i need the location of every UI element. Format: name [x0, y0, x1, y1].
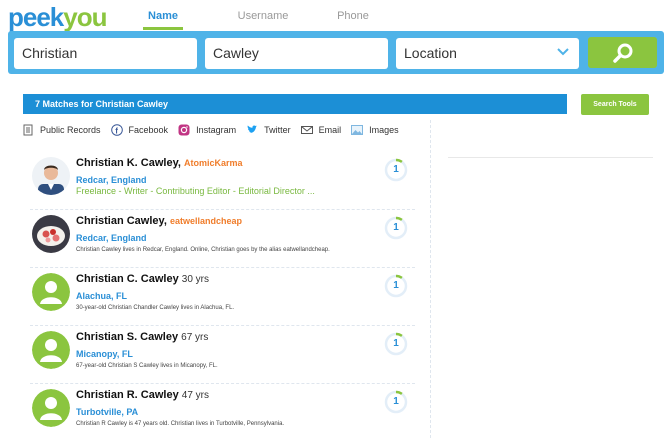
score-value: 1	[393, 338, 399, 349]
default-avatar-icon	[32, 389, 70, 427]
result-location[interactable]: Redcar, England	[76, 233, 147, 243]
result-location[interactable]: Redcar, England	[76, 175, 147, 185]
search-type-tabs: Name Username Phone	[140, 0, 398, 30]
avatar[interactable]	[32, 389, 70, 427]
logo-part-2: you	[63, 2, 107, 32]
score-value: 1	[393, 164, 399, 175]
search-bar: Christian Cawley Location	[8, 31, 664, 74]
filter-facebook[interactable]: f Facebook	[110, 124, 169, 136]
result-name-line: Christian R. Cawley 47 yrs	[76, 389, 209, 401]
svg-text:f: f	[115, 126, 118, 135]
logo-part-1: peek	[8, 2, 64, 32]
score-value: 1	[393, 396, 399, 407]
profile-photo	[32, 215, 70, 253]
result-name[interactable]: Christian S. Cawley	[76, 331, 178, 343]
filter-label: Email	[318, 125, 342, 135]
filter-label: Facebook	[128, 125, 169, 135]
document-icon	[23, 124, 33, 136]
result-item[interactable]: Christian Cawley, eatwellandcheap Redcar…	[30, 210, 415, 268]
instagram-icon	[178, 124, 190, 136]
tab-name[interactable]: Name	[143, 0, 183, 30]
result-item[interactable]: Christian S. Cawley 67 yrs Micanopy, FL …	[30, 326, 415, 384]
result-description: Christian Cawley lives in Redcar, Englan…	[76, 247, 330, 253]
result-name-line: Christian Cawley, eatwellandcheap	[76, 215, 242, 227]
matches-count-bar: 7 Matches for Christian Cawley	[23, 94, 567, 114]
result-item[interactable]: Christian C. Cawley 30 yrs Alachua, FL 3…	[30, 268, 415, 326]
result-name[interactable]: Christian C. Cawley	[76, 273, 179, 285]
location-placeholder: Location	[404, 45, 457, 61]
filter-instagram[interactable]: Instagram	[178, 124, 236, 136]
result-description: Christian R Cawley is 47 years old. Chri…	[76, 421, 285, 427]
result-name[interactable]: Christian R. Cawley	[76, 389, 179, 401]
filter-label: Images	[369, 125, 399, 135]
result-item[interactable]: Christian K. Cawley, AtomicKarma Redcar,…	[30, 152, 415, 210]
result-location[interactable]: Micanopy, FL	[76, 349, 133, 359]
twitter-icon	[247, 125, 258, 133]
search-tools-button[interactable]: Search Tools	[581, 94, 649, 115]
result-name[interactable]: Christian K. Cawley	[76, 157, 178, 169]
image-icon	[351, 125, 364, 135]
result-location[interactable]: Alachua, FL	[76, 291, 127, 301]
filter-label: Twitter	[264, 125, 291, 135]
result-age: 30 yrs	[181, 274, 209, 285]
result-name-line: Christian S. Cawley 67 yrs	[76, 331, 208, 343]
score-value: 1	[393, 280, 399, 291]
result-name[interactable]: Christian Cawley	[76, 215, 164, 227]
result-description: 67-year-old Christian S Cawley lives in …	[76, 363, 218, 369]
filter-label: Public Records	[40, 125, 101, 135]
source-filters: Public Records f Facebook Instagram Twit…	[22, 124, 409, 136]
result-description: Freelance - Writer - Contributing Editor…	[76, 186, 315, 196]
result-age: 67 yrs	[181, 332, 209, 343]
filter-public-records[interactable]: Public Records	[22, 124, 101, 136]
result-age: 47 yrs	[181, 390, 209, 401]
result-name-line: Christian C. Cawley 30 yrs	[76, 273, 209, 285]
filter-label: Instagram	[196, 125, 237, 135]
tab-phone[interactable]: Phone	[308, 0, 398, 30]
location-select[interactable]: Location	[396, 38, 579, 69]
default-avatar-icon	[32, 331, 70, 369]
tab-username[interactable]: Username	[218, 0, 308, 30]
column-divider	[430, 120, 431, 438]
score-value: 1	[393, 222, 399, 233]
filter-images[interactable]: Images	[351, 124, 399, 136]
avatar[interactable]	[32, 215, 70, 253]
filter-email[interactable]: Email	[300, 124, 342, 136]
result-description: 30-year-old Christian Chandler Cawley li…	[76, 305, 235, 311]
result-alias[interactable]: AtomicKarma	[184, 158, 243, 168]
avatar[interactable]	[32, 157, 70, 195]
chevron-down-icon	[557, 48, 569, 56]
profile-photo	[32, 157, 70, 195]
result-item[interactable]: Christian R. Cawley 47 yrs Turbotville, …	[30, 384, 415, 438]
search-button[interactable]	[588, 37, 657, 68]
first-name-field[interactable]: Christian	[14, 38, 197, 69]
result-location[interactable]: Turbotville, PA	[76, 407, 138, 417]
avatar[interactable]	[32, 273, 70, 311]
avatar[interactable]	[32, 331, 70, 369]
email-icon	[300, 126, 313, 134]
last-name-field[interactable]: Cawley	[205, 38, 388, 69]
filter-twitter[interactable]: Twitter	[246, 124, 291, 136]
search-icon	[613, 43, 633, 63]
result-alias[interactable]: eatwellandcheap	[170, 216, 242, 226]
sidebar-divider	[448, 157, 653, 158]
facebook-icon: f	[110, 124, 123, 136]
default-avatar-icon	[32, 273, 70, 311]
result-name-line: Christian K. Cawley, AtomicKarma	[76, 157, 243, 169]
peekyou-logo[interactable]: peekyou	[8, 2, 108, 33]
